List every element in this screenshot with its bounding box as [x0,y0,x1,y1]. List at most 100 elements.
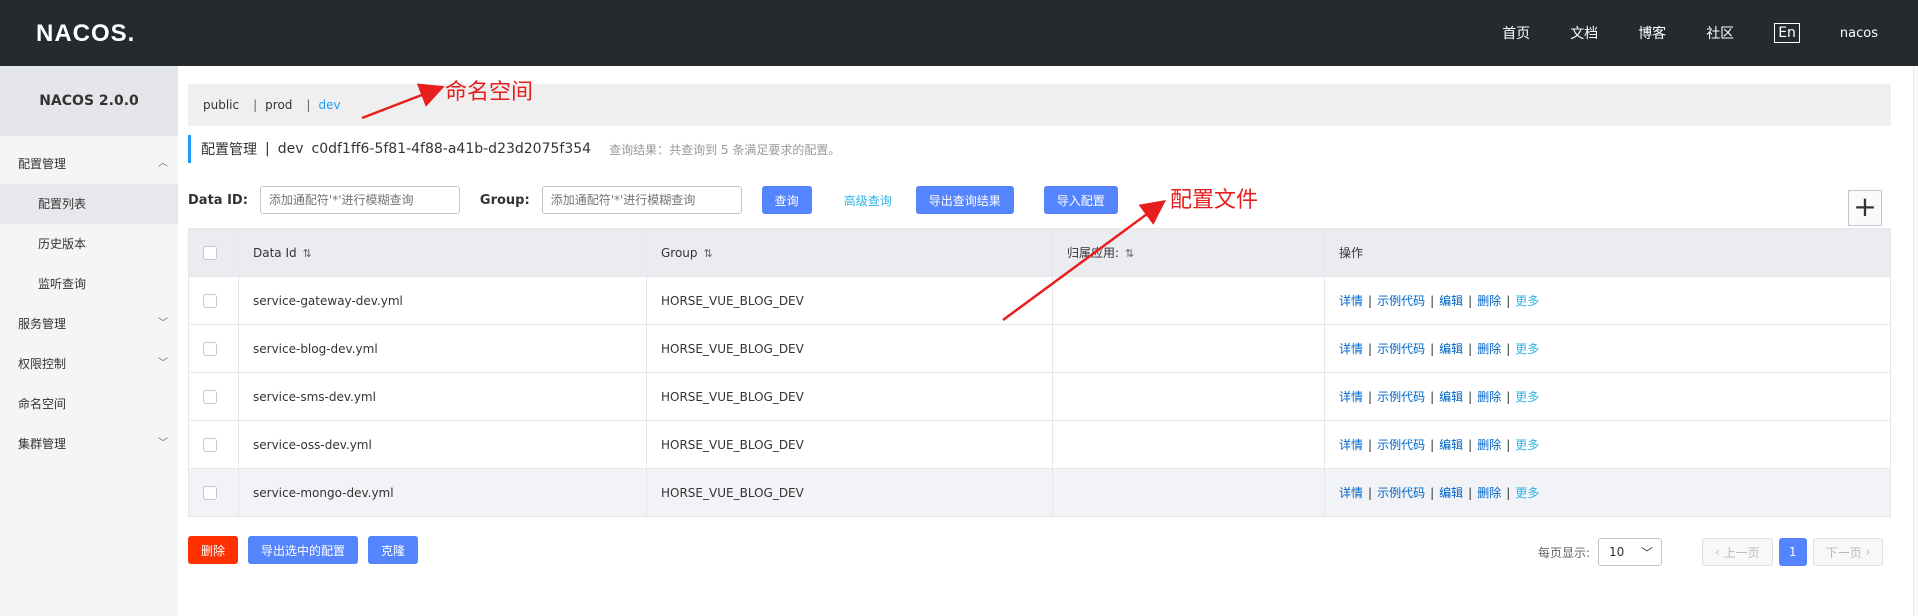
op-link-4[interactable]: 更多 [1515,342,1539,356]
per-page-label: 每页显示: [1538,545,1591,560]
op-separator: | [1430,390,1435,404]
table-row[interactable]: service-oss-dev.yml HORSE_VUE_BLOG_DEV 详情 |… [188,420,1891,469]
op-link-2[interactable]: 编辑 [1439,438,1463,452]
row-select-cell [188,468,239,517]
per-page-select[interactable]: 10 ﹀ [1598,538,1663,566]
sidebar-item-namespace[interactable]: 命名空间 [0,384,178,424]
cell-ops: 详情 | 示例代码 | 编辑 | 删除 | 更多 [1324,276,1891,325]
cell-group: HORSE_VUE_BLOG_DEV [646,372,1053,421]
page-1-button[interactable]: 1 [1778,538,1807,566]
import-config-button[interactable]: 导入配置 [1043,186,1118,214]
group-input[interactable] [541,186,742,214]
next-page-button[interactable]: 下一页 › [1812,538,1884,566]
op-link-1[interactable]: 示例代码 [1377,342,1425,356]
sort-icon[interactable]: ⇅ [704,247,713,260]
sort-icon[interactable]: ⇅ [303,247,312,260]
clone-button[interactable]: 克隆 [368,536,418,564]
sidebar-item-config-management[interactable]: 配置管理 ︿ [0,144,178,184]
op-separator: | [1506,438,1511,452]
op-link-0[interactable]: 详情 [1339,438,1363,452]
export-selected-button[interactable]: 导出选中的配置 [248,536,358,564]
op-link-2[interactable]: 编辑 [1439,294,1463,308]
cell-group: HORSE_VUE_BLOG_DEV [646,420,1053,469]
chevron-down-icon: ﹀ [158,438,168,449]
language-toggle[interactable]: En [1774,23,1800,43]
op-separator: | [1506,294,1511,308]
nav-blog[interactable]: 博客 [1638,23,1666,43]
sort-icon[interactable]: ⇅ [1125,247,1134,260]
op-link-3[interactable]: 删除 [1477,390,1501,404]
namespace-separator: | [253,98,258,112]
op-link-3[interactable]: 删除 [1477,294,1501,308]
nav-home[interactable]: 首页 [1502,23,1530,43]
op-link-1[interactable]: 示例代码 [1377,390,1425,404]
prev-page-button[interactable]: ‹ 上一页 [1702,538,1773,566]
namespace-public[interactable]: public [203,98,239,112]
sidebar-item-history[interactable]: 历史版本 [0,224,178,264]
op-link-0[interactable]: 详情 [1339,390,1363,404]
main-content: public | prod | dev 配置管理 | dev c0df1ff6-… [178,66,1918,616]
query-button[interactable]: 查询 [761,186,812,214]
row-checkbox[interactable] [203,485,217,500]
op-link-2[interactable]: 编辑 [1439,486,1463,500]
header-dataid[interactable]: Data Id ⇅ [238,228,647,277]
op-link-4[interactable]: 更多 [1515,294,1539,308]
op-link-4[interactable]: 更多 [1515,438,1539,452]
op-link-0[interactable]: 详情 [1339,294,1363,308]
sidebar-item-label: 配置列表 [38,197,87,211]
row-checkbox[interactable] [203,437,217,452]
op-link-4[interactable]: 更多 [1515,486,1539,500]
op-link-4[interactable]: 更多 [1515,390,1539,404]
op-link-0[interactable]: 详情 [1339,486,1363,500]
sidebar-item-access-control[interactable]: 权限控制 ﹀ [0,344,178,384]
select-all-checkbox[interactable] [203,245,217,260]
user-menu[interactable]: nacos [1840,26,1878,41]
header-group[interactable]: Group ⇅ [646,228,1053,277]
op-link-3[interactable]: 删除 [1477,438,1501,452]
op-link-2[interactable]: 编辑 [1439,342,1463,356]
op-link-1[interactable]: 示例代码 [1377,438,1425,452]
annotation-namespace: 命名空间 [445,80,534,105]
filter-bar: Data ID: Group: 查询 高级查询 导出查询结果 导入配置 [188,186,1118,214]
nav-docs[interactable]: 文档 [1570,23,1598,43]
op-link-1[interactable]: 示例代码 [1377,486,1425,500]
add-config-button[interactable]: + [1848,190,1882,226]
sidebar-item-label: 服务管理 [18,317,67,331]
op-link-0[interactable]: 详情 [1339,342,1363,356]
op-link-3[interactable]: 删除 [1477,486,1501,500]
op-separator: | [1430,342,1435,356]
table-row[interactable]: service-blog-dev.yml HORSE_VUE_BLOG_DEV 详情… [188,324,1891,373]
namespace-name: dev [277,141,304,157]
nacos-logo[interactable]: NACOS. [36,20,135,48]
row-checkbox[interactable] [203,389,217,404]
sidebar-item-config-list[interactable]: 配置列表 [0,184,178,224]
sidebar-item-cluster-management[interactable]: 集群管理 ﹀ [0,424,178,464]
delete-button[interactable]: 删除 [188,536,238,564]
chevron-down-icon: ﹀ [158,358,168,369]
row-checkbox[interactable] [203,293,217,308]
namespace-prod[interactable]: prod [265,98,292,112]
op-link-1[interactable]: 示例代码 [1377,294,1425,308]
sidebar-item-listener-query[interactable]: 监听查询 [0,264,178,304]
table-row[interactable]: service-sms-dev.yml HORSE_VUE_BLOG_DEV 详情 |… [188,372,1891,421]
dataid-input[interactable] [259,186,460,214]
op-link-3[interactable]: 删除 [1477,342,1501,356]
header-app[interactable]: 归属应用: ⇅ [1052,228,1325,277]
row-select-cell [188,324,239,373]
nav-community[interactable]: 社区 [1706,23,1734,43]
table-row[interactable]: service-mongo-dev.yml HORSE_VUE_BLOG_DEV 详… [188,468,1891,517]
row-checkbox[interactable] [203,341,217,356]
vertical-scrollbar[interactable] [1913,66,1918,616]
op-separator: | [1468,486,1473,500]
cell-group: HORSE_VUE_BLOG_DEV [646,324,1053,373]
advanced-query-link[interactable]: 高级查询 [844,192,892,209]
table-row[interactable]: service-gateway-dev.yml HORSE_VUE_BLOG_DE… [188,276,1891,325]
export-results-button[interactable]: 导出查询结果 [915,186,1014,214]
sidebar-item-label: 监听查询 [38,277,87,291]
op-separator: | [1368,342,1373,356]
sidebar-item-service-management[interactable]: 服务管理 ﹀ [0,304,178,344]
op-link-2[interactable]: 编辑 [1439,390,1463,404]
table-header-row: Data Id ⇅ Group ⇅ 归属应用: ⇅ 操作 [188,228,1891,277]
namespace-dev[interactable]: dev [318,98,340,112]
namespace-bar: public | prod | dev [188,84,1891,126]
